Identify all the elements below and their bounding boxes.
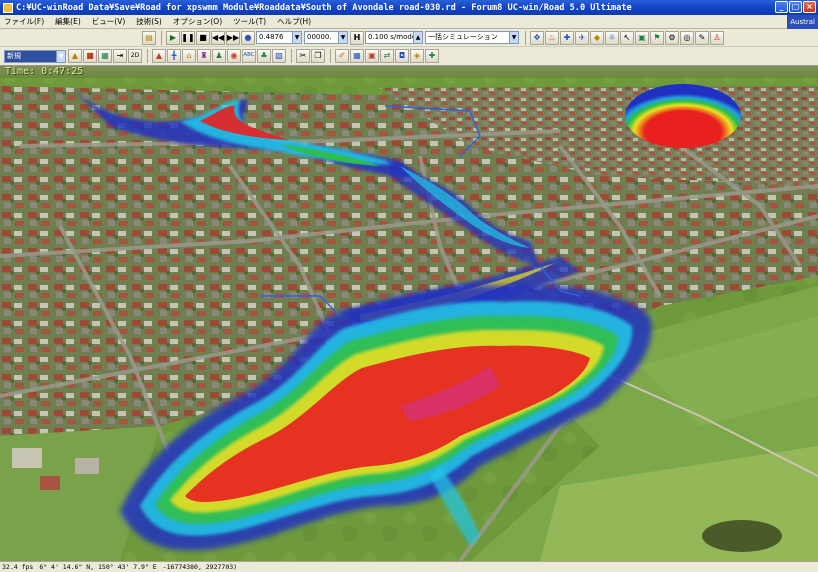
stop-icon[interactable]: ■: [196, 30, 210, 45]
pointer-icon[interactable]: ↖: [620, 30, 634, 45]
drive-icon[interactable]: ◆: [590, 30, 604, 45]
road-sign-icon[interactable]: ◈: [410, 49, 424, 63]
simulation-time: Time: 0:47:25: [5, 66, 84, 77]
menu-view[interactable]: ビュー(V): [91, 16, 126, 27]
speed-field[interactable]: 0.4876 ▼: [256, 31, 302, 44]
navigate-icon[interactable]: ✥: [530, 30, 544, 45]
retention-pond: [625, 84, 741, 148]
flag-icon[interactable]: ⚑: [650, 30, 664, 45]
hold-icon[interactable]: H: [350, 30, 364, 45]
fly-icon[interactable]: ✈: [575, 30, 589, 45]
3d-viewport[interactable]: Time: 0:47:25: [0, 66, 818, 561]
chevron-down-icon[interactable]: ▼: [509, 32, 518, 43]
region-badge: Austral: [787, 15, 818, 29]
cut-icon[interactable]: ✂: [296, 49, 310, 63]
pen-icon[interactable]: ✐: [335, 49, 349, 63]
coordinate-readout: -16774380, 2927703): [162, 563, 238, 571]
frame-field[interactable]: 00000. ▼: [304, 31, 348, 44]
fps-readout: 32.4 fps: [2, 563, 34, 571]
traffic-icon[interactable]: ⇄: [380, 49, 394, 63]
image-icon[interactable]: ▨: [272, 49, 286, 63]
export-icon[interactable]: ⇥: [113, 49, 127, 63]
terrain-icon[interactable]: ▲: [152, 49, 166, 63]
settings-icon[interactable]: ⚙: [665, 30, 679, 45]
simulation-mode-select[interactable]: 一括シミュレーション ▼: [425, 31, 519, 44]
rotate-icon[interactable]: ♨: [545, 30, 559, 45]
window-controls: _ □ ×: [775, 1, 816, 13]
signal-icon[interactable]: ◉: [227, 49, 241, 63]
measure-icon[interactable]: ✎: [695, 30, 709, 45]
menu-edit[interactable]: 編集(E): [54, 16, 82, 27]
play-icon[interactable]: ▶: [166, 30, 180, 45]
grid-icon[interactable]: ▦: [350, 49, 364, 63]
menu-help[interactable]: ヘルプ(H): [276, 16, 312, 27]
tree-icon[interactable]: ♣: [257, 49, 271, 63]
target-icon[interactable]: ◎: [680, 30, 694, 45]
separator: [525, 30, 526, 45]
chevron-down-icon[interactable]: ▼: [56, 50, 65, 62]
menu-file[interactable]: ファイル(F): [3, 16, 45, 27]
editing-toolbar: 新規 ▼ ▲ ■ ▦ ⇥ 2D ▲ ╋ ⌂ ♜ ♟ ◉ ABC ♣ ▨ ✂ ❐ ✐…: [0, 47, 818, 66]
vehicle-icon[interactable]: ▣: [365, 49, 379, 63]
pause-icon[interactable]: ❚❚: [181, 30, 195, 45]
unit-field[interactable]: 0.100 s/model ▲: [365, 31, 423, 44]
copy-icon[interactable]: ❐: [311, 49, 325, 63]
menu-tools[interactable]: ツール(T): [232, 16, 267, 27]
minimize-button[interactable]: _: [775, 1, 788, 13]
close-button[interactable]: ×: [803, 1, 816, 13]
walk-icon[interactable]: ☼: [605, 30, 619, 45]
window-title: C:¥UC-winRoad Data¥Save¥Road for xpswmm …: [16, 2, 632, 13]
menu-bar: ファイル(F) 編集(E) ビュー(V) 技術(S) オプション(O) ツール(…: [0, 15, 818, 29]
view-select[interactable]: 新規 ▼: [4, 49, 66, 63]
2d-view-button[interactable]: 2D: [128, 49, 142, 63]
menu-technique[interactable]: 技術(S): [135, 16, 163, 27]
latlong-readout: 6° 4' 14.6" N, 150° 43' 7.9" E: [39, 563, 157, 571]
app-icon: [3, 2, 13, 13]
model-icon[interactable]: ♜: [197, 49, 211, 63]
chevron-down-icon[interactable]: ▼: [338, 32, 347, 43]
people-icon[interactable]: ♟: [212, 49, 226, 63]
chevron-down-icon[interactable]: ▲: [413, 32, 422, 43]
move-icon[interactable]: ✚: [560, 30, 574, 45]
forward-icon[interactable]: ▶▶: [226, 30, 240, 45]
separator: [147, 49, 148, 63]
building-icon[interactable]: ⌂: [182, 49, 196, 63]
bookmark-icon[interactable]: ■: [83, 49, 97, 63]
maximize-button[interactable]: □: [789, 1, 802, 13]
camera-icon[interactable]: ▣: [635, 30, 649, 45]
separator: [291, 49, 292, 63]
intersection-icon[interactable]: ╋: [167, 49, 181, 63]
menu-options[interactable]: オプション(O): [172, 16, 223, 27]
road-icon[interactable]: ▲: [68, 49, 82, 63]
chevron-down-icon[interactable]: ▼: [292, 32, 301, 43]
tree-cluster: [702, 520, 782, 552]
separator: [330, 49, 331, 63]
playback-toolbar: ▤ ▶ ❚❚ ■ ◀◀ ▶▶ ● 0.4876 ▼ 00000. ▼ H 0.100…: [0, 29, 818, 47]
open-folder-icon[interactable]: ▤: [142, 30, 156, 45]
separator: [161, 30, 162, 45]
title-bar: C:¥UC-winRoad Data¥Save¥Road for xpswmm …: [0, 0, 818, 15]
horizon: [0, 66, 818, 78]
rewind-icon[interactable]: ◀◀: [211, 30, 225, 45]
person-icon[interactable]: ♙: [710, 30, 724, 45]
text-abc-button[interactable]: ABC: [242, 49, 256, 63]
layer-icon[interactable]: ▦: [98, 49, 112, 63]
record-icon[interactable]: ●: [241, 30, 255, 45]
car-icon[interactable]: ◘: [395, 49, 409, 63]
add-icon[interactable]: ✚: [425, 49, 439, 63]
status-bar: 32.4 fps 6° 4' 14.6" N, 150° 43' 7.9" E …: [0, 561, 818, 572]
terrain-scene[interactable]: [0, 66, 818, 561]
